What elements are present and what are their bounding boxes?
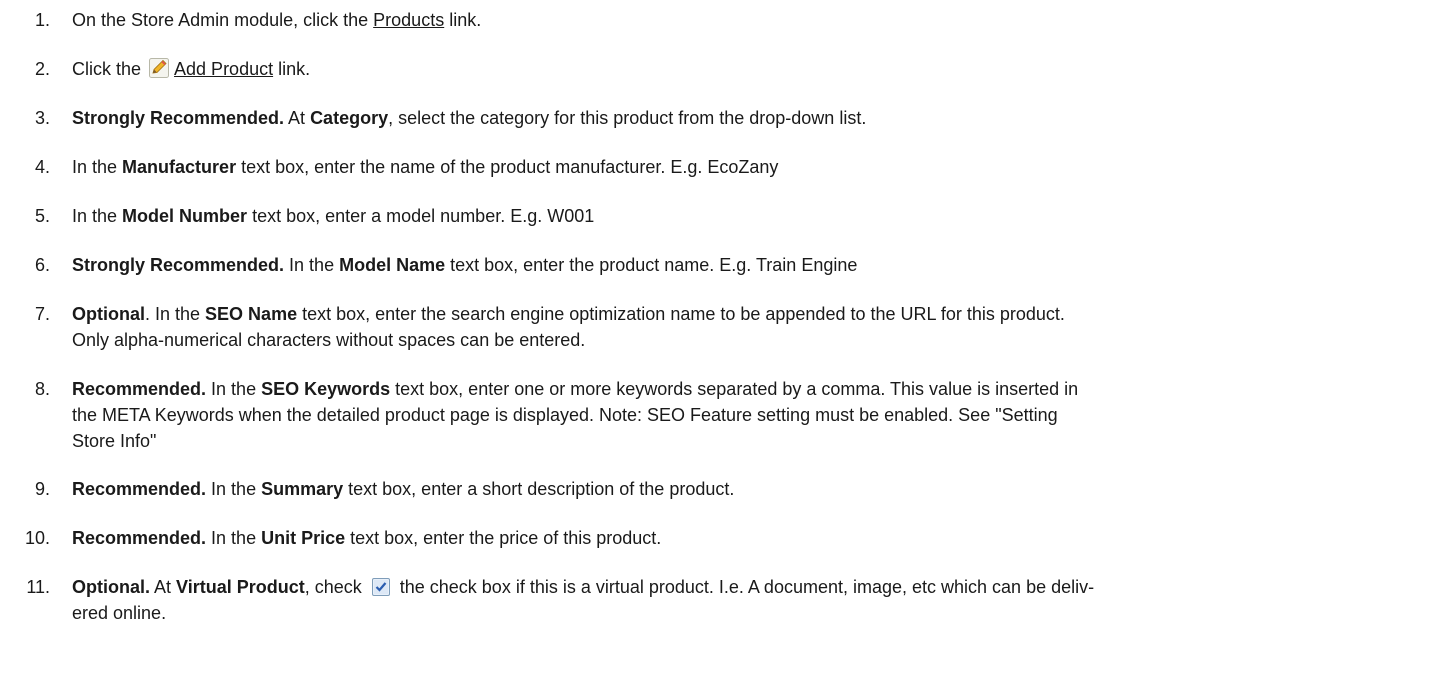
text: In the <box>206 528 262 548</box>
text: In the <box>206 479 262 499</box>
text: text box, enter one or more keywords sep… <box>390 379 1079 399</box>
text: At <box>150 577 177 597</box>
step-number: 4. <box>34 157 50 177</box>
line: Recommended. In the SEO Keywords text bo… <box>72 376 1412 402</box>
step-text: Recommended. In the SEO Keywords text bo… <box>72 376 1412 454</box>
step-text: Strongly Recommended. At Category, selec… <box>72 105 1412 131</box>
text: In the <box>72 157 123 177</box>
field-name: Summary <box>261 479 344 499</box>
line: Optional. In the SEO Name text box, ente… <box>72 301 1412 327</box>
checked-checkbox-icon <box>371 577 391 597</box>
step-text: Strongly Recommended. In the Model Name … <box>72 252 1412 278</box>
field-name: Model Name <box>339 255 446 275</box>
step-text: Recommended. In the Unit Price text box,… <box>72 525 1412 551</box>
text: At <box>284 108 311 128</box>
text: , check <box>304 577 367 597</box>
line: the META Keywords when the detailed prod… <box>72 405 1058 425</box>
step-text: Optional. At Virtual Product, check the … <box>72 574 1412 626</box>
text: text box, enter the search engine optimi… <box>297 304 1065 324</box>
text: text box, enter the product name. E.g. T… <box>445 255 858 275</box>
emphasis: Strongly Recommended. <box>72 255 285 275</box>
text: link. <box>273 59 311 79</box>
text: On the Store Admin module, click the <box>72 10 374 30</box>
step-text: On the Store Admin module, click the Pro… <box>72 7 1412 33</box>
step-text: Recommended. In the Summary text box, en… <box>72 476 1412 502</box>
emphasis: Recommended. <box>72 528 207 548</box>
text: the check box if this is a virtual produ… <box>394 577 1095 597</box>
emphasis: Strongly Recommended. <box>72 108 285 128</box>
step-number: 2. <box>34 59 50 79</box>
text: In the <box>284 255 340 275</box>
step-number: 9. <box>34 479 50 499</box>
step-text: In the Manufacturer text box, enter the … <box>72 154 1412 180</box>
line: Only alpha-numerical characters without … <box>72 330 586 350</box>
text: , select the category for this product f… <box>388 108 867 128</box>
products-link[interactable]: Products <box>373 10 444 30</box>
step-text: In the Model Number text box, enter a mo… <box>72 203 1412 229</box>
text: In the <box>72 206 123 226</box>
step-number: 8. <box>34 379 50 399</box>
step-number: 3. <box>34 108 50 128</box>
emphasis: Optional. <box>72 577 150 597</box>
step-number: 6. <box>34 255 50 275</box>
line: Optional. At Virtual Product, check the … <box>72 574 1412 600</box>
field-name: SEO Keywords <box>261 379 391 399</box>
field-name: Model Number <box>122 206 248 226</box>
step-number: 11. <box>26 577 50 597</box>
emphasis: Optional <box>72 304 145 324</box>
text: link. <box>444 10 482 30</box>
field-name: SEO Name <box>205 304 298 324</box>
add-product-link[interactable]: Add Product <box>174 59 273 79</box>
edit-pencil-icon <box>148 57 170 79</box>
text: text box, enter the name of the product … <box>236 157 779 177</box>
field-name: Unit Price <box>261 528 346 548</box>
text: text box, enter a model number. E.g. W00… <box>247 206 595 226</box>
line: ered online. <box>72 603 167 623</box>
step-number: 1. <box>34 10 50 30</box>
emphasis: Recommended. <box>72 479 207 499</box>
text: . In the <box>145 304 206 324</box>
field-name: Manufacturer <box>122 157 237 177</box>
emphasis: Recommended. <box>72 379 207 399</box>
field-name: Category <box>310 108 389 128</box>
line: Store Info" <box>72 431 157 451</box>
step-number: 7. <box>34 304 50 324</box>
step-text: Click the Add Product link. <box>72 56 1412 82</box>
text: In the <box>206 379 262 399</box>
text: Click the <box>72 59 147 79</box>
step-text: Optional. In the SEO Name text box, ente… <box>72 301 1412 353</box>
step-number: 5. <box>34 206 50 226</box>
step-number: 10. <box>24 528 50 548</box>
text: text box, enter a short description of t… <box>343 479 735 499</box>
field-name: Virtual Product <box>176 577 305 597</box>
text: text box, enter the price of this produc… <box>345 528 662 548</box>
